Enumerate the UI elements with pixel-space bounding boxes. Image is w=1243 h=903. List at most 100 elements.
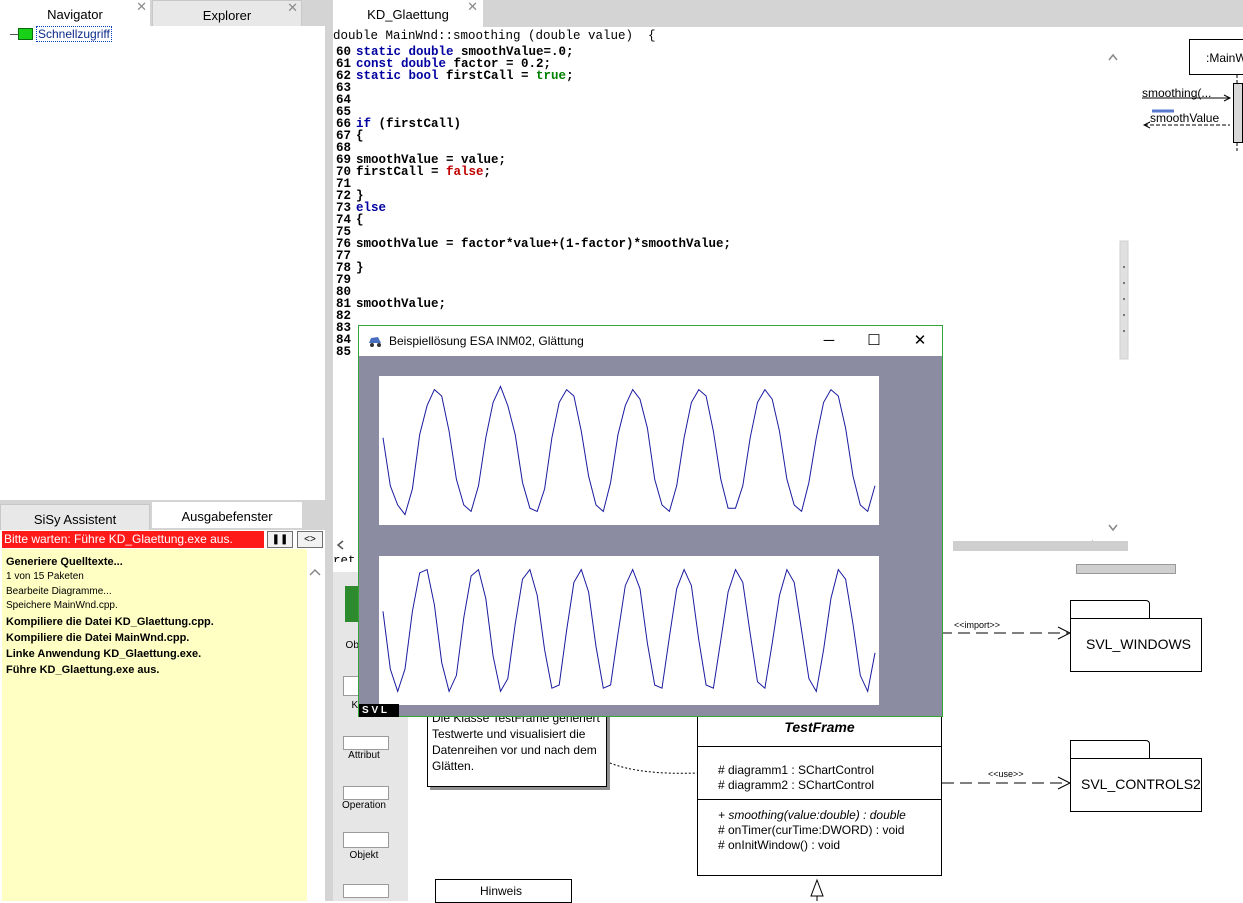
- palette-operation-button[interactable]: [343, 786, 389, 800]
- hscroll-thumb[interactable]: [953, 541, 1128, 551]
- note-box[interactable]: Die Klasse TestFrame generiert Testwerte…: [427, 705, 607, 787]
- code-line: smoothValue;: [356, 297, 447, 311]
- pause-button[interactable]: ❚❚: [267, 531, 293, 548]
- close-icon[interactable]: ✕: [287, 0, 298, 23]
- tab-explorer-label: Explorer: [202, 8, 252, 23]
- tab-kd-glaettung[interactable]: KD_Glaettung ✕: [333, 0, 483, 27]
- close-button[interactable]: ✕: [905, 330, 935, 352]
- series-line: [382, 568, 876, 694]
- tab-ausgabefenster[interactable]: Ausgabefenster: [152, 502, 302, 528]
- code-line: {: [356, 129, 364, 143]
- log-line: Generiere Quelltexte...: [6, 556, 123, 568]
- minimize-button[interactable]: ─: [814, 330, 844, 352]
- editor-vertical-scrollbar[interactable]: [1106, 45, 1130, 540]
- code-token: smoothValue;: [356, 297, 447, 311]
- code-line: }: [356, 261, 364, 275]
- tab-sisy-assistent[interactable]: SiSy Assistent: [0, 504, 150, 530]
- stereotype-import: <<import>>: [954, 620, 1001, 630]
- tab-navigator[interactable]: Navigator ✕: [0, 0, 150, 26]
- code-token: ;: [566, 69, 574, 83]
- class-separator: [698, 746, 941, 747]
- palette-label: Attribut: [348, 750, 380, 761]
- code-token: static bool: [356, 69, 439, 83]
- code-token: (firstCall): [371, 117, 462, 131]
- close-icon[interactable]: ✕: [136, 0, 147, 22]
- tab-explorer[interactable]: Explorer ✕: [152, 0, 302, 26]
- log-line: Kompiliere die Datei MainWnd.cpp.: [6, 631, 190, 644]
- package-tab: [1070, 600, 1150, 619]
- code-token: ;: [483, 165, 492, 179]
- code-token: firstCall =: [438, 69, 537, 83]
- code-line: if (firstCall): [356, 117, 462, 131]
- close-icon[interactable]: ✕: [467, 0, 478, 21]
- class-attribute: # diagramm1 : SChartControl: [718, 763, 875, 777]
- code-line: firstCall = false;: [356, 165, 492, 179]
- tab-ausgabe-label: Ausgabefenster: [181, 509, 273, 524]
- tab-navigator-label: Navigator: [47, 7, 103, 22]
- tab-sisy-label: SiSy Assistent: [33, 512, 117, 527]
- log-line: Führe KD_Glaettung.exe aus.: [6, 663, 160, 676]
- code-token: false: [446, 165, 484, 179]
- class-operation: + smoothing(value:double) : double: [718, 808, 906, 822]
- app-window[interactable]: Beispiellösung ESA INM02, Glättung ─ ☐ ✕…: [358, 325, 943, 717]
- class-separator: [698, 799, 941, 800]
- palette-button[interactable]: [343, 884, 389, 898]
- palette-object-button[interactable]: [343, 832, 389, 848]
- tree-connector: [10, 34, 18, 35]
- palette-attribute-button[interactable]: [343, 736, 389, 750]
- package-label: SVL_CONTROLS2: [1081, 776, 1201, 792]
- palette-label: Operation: [342, 800, 386, 811]
- stereotype-use: <<use>>: [988, 769, 1024, 779]
- series-line: [382, 385, 876, 516]
- code-token: firstCall =: [356, 165, 447, 179]
- hinweis-box[interactable]: Hinweis: [435, 879, 572, 903]
- output-log: Generiere Quelltexte... 1 von 15 Paketen B…: [2, 549, 307, 901]
- package-svl-windows[interactable]: SVL_WINDOWS: [1070, 618, 1202, 672]
- editor-tab-label: KD_Glaettung: [367, 7, 449, 22]
- class-operation: # onInitWindow() : void: [718, 838, 841, 852]
- chart-smoothed-signal: [379, 556, 879, 705]
- log-line: Kompiliere die Datei KD_Glaettung.cpp.: [6, 615, 214, 628]
- status-message: Bitte warten: Führe KD_Glaettung.exe aus…: [2, 531, 264, 548]
- log-line: Bearbeite Diagramme...: [6, 585, 112, 597]
- package-label: SVL_WINDOWS: [1086, 636, 1192, 652]
- log-line: Linke Anwendung KD_Glaettung.exe.: [6, 647, 202, 660]
- class-attribute: # diagramm2 : SChartControl: [718, 778, 875, 792]
- output-lines: Generiere Quelltexte... 1 von 15 Paketen B…: [6, 554, 214, 678]
- diagram-scrollbar-thumb[interactable]: [1076, 564, 1176, 574]
- code-token: {: [356, 129, 364, 143]
- maximize-button[interactable]: ☐: [859, 330, 889, 352]
- code-token: {: [356, 213, 364, 227]
- class-operation: # onTimer(curTime:DWORD) : void: [718, 823, 905, 837]
- message-label: smoothValue: [1150, 111, 1220, 125]
- code-line: smoothValue = factor*value+(1-factor)*sm…: [356, 237, 732, 251]
- output-scrollbar[interactable]: [307, 549, 323, 901]
- log-line: 1 von 15 Paketen: [6, 571, 84, 582]
- code-token: smoothValue = factor*value+(1-factor)*sm…: [356, 237, 732, 251]
- package-svl-controls2[interactable]: SVL_CONTROLS2: [1070, 758, 1202, 812]
- tree-item-label[interactable]: Schnellzugriff: [36, 26, 112, 42]
- palette-label: Objekt: [349, 850, 379, 861]
- app-icon: [369, 337, 381, 347]
- code-token: true: [536, 69, 567, 83]
- function-signature: double MainWnd::smoothing (double value)…: [333, 27, 1130, 45]
- vscroll-graphic: [1108, 53, 1129, 532]
- code-token: }: [356, 261, 364, 275]
- package-tab: [1070, 740, 1150, 759]
- log-line: Speichere MainWnd.cpp.: [6, 600, 118, 611]
- message-label: smoothing(...: [1142, 86, 1212, 100]
- window-title: Beispiellösung ESA INM02, Glättung: [389, 334, 584, 348]
- tree-item-schnellzugriff[interactable]: Schnellzugriff: [10, 26, 310, 44]
- splitter[interactable]: [325, 0, 333, 901]
- class-name: TestFrame: [784, 719, 855, 735]
- class-testframe[interactable]: <<interface>> TestFrame # diagramm1 : SC…: [697, 709, 942, 876]
- window-titlebar[interactable]: Beispiellösung ESA INM02, Glättung ─ ☐ ✕: [359, 326, 942, 356]
- folder-icon: [18, 28, 33, 40]
- hinweis-label: Hinweis: [479, 884, 522, 898]
- object-lifeline-box[interactable]: :MainW: [1189, 39, 1243, 75]
- svl-logo: S V L: [359, 704, 399, 717]
- chevron-up-icon[interactable]: [307, 563, 323, 593]
- chart-raw-signal: [379, 376, 879, 525]
- code-line: static bool firstCall = true;: [356, 69, 574, 83]
- toggle-button[interactable]: <>: [297, 531, 323, 548]
